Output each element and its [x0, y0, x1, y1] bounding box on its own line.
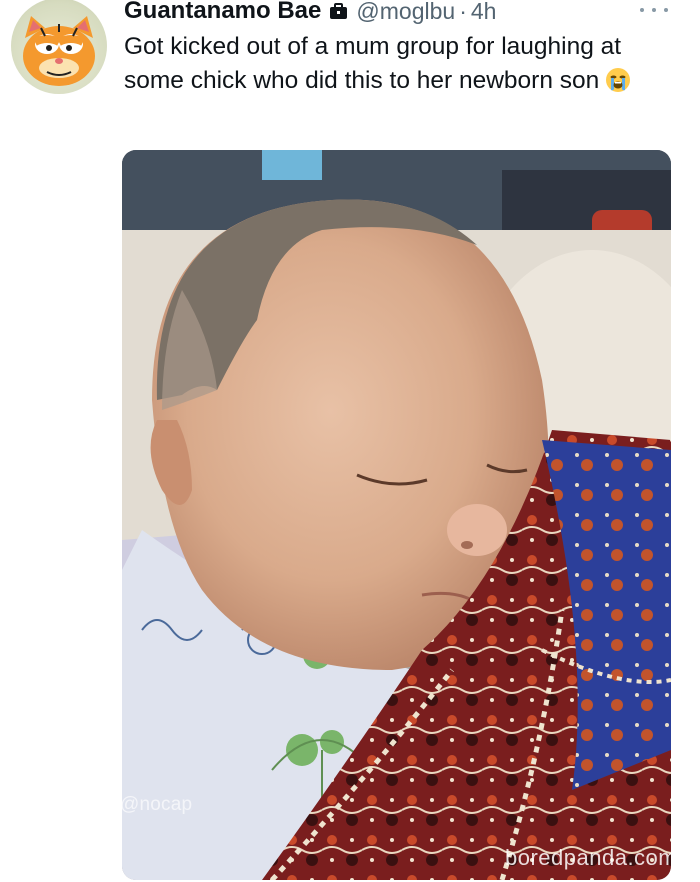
tweet-text-content: Got kicked out of a mum group for laughi… — [124, 33, 622, 94]
loudly-crying-face-icon — [606, 68, 631, 92]
avatar[interactable] — [11, 0, 107, 94]
display-name[interactable]: Guantanamo Bae — [124, 0, 321, 25]
timestamp[interactable]: 4h — [471, 0, 497, 25]
more-options-icon[interactable] — [640, 4, 668, 16]
tweet-photo[interactable] — [122, 150, 671, 880]
baby-photo — [122, 150, 671, 880]
tweet: Guantanamo Bae @moglbu · 4h Got kicked o… — [0, 0, 700, 882]
garfield-avatar-icon — [23, 16, 95, 86]
separator-dot: · — [459, 0, 467, 24]
user-handle[interactable]: @moglbu — [356, 0, 455, 25]
watermark-nocap: @nocap — [120, 794, 193, 815]
tweet-text: Got kicked out of a mum group for laughi… — [124, 30, 684, 98]
watermark-boredpanda: boredpanda.com — [505, 845, 678, 870]
tweet-header: Guantanamo Bae @moglbu · 4h — [124, 0, 496, 28]
briefcase-badge-icon — [330, 2, 348, 19]
